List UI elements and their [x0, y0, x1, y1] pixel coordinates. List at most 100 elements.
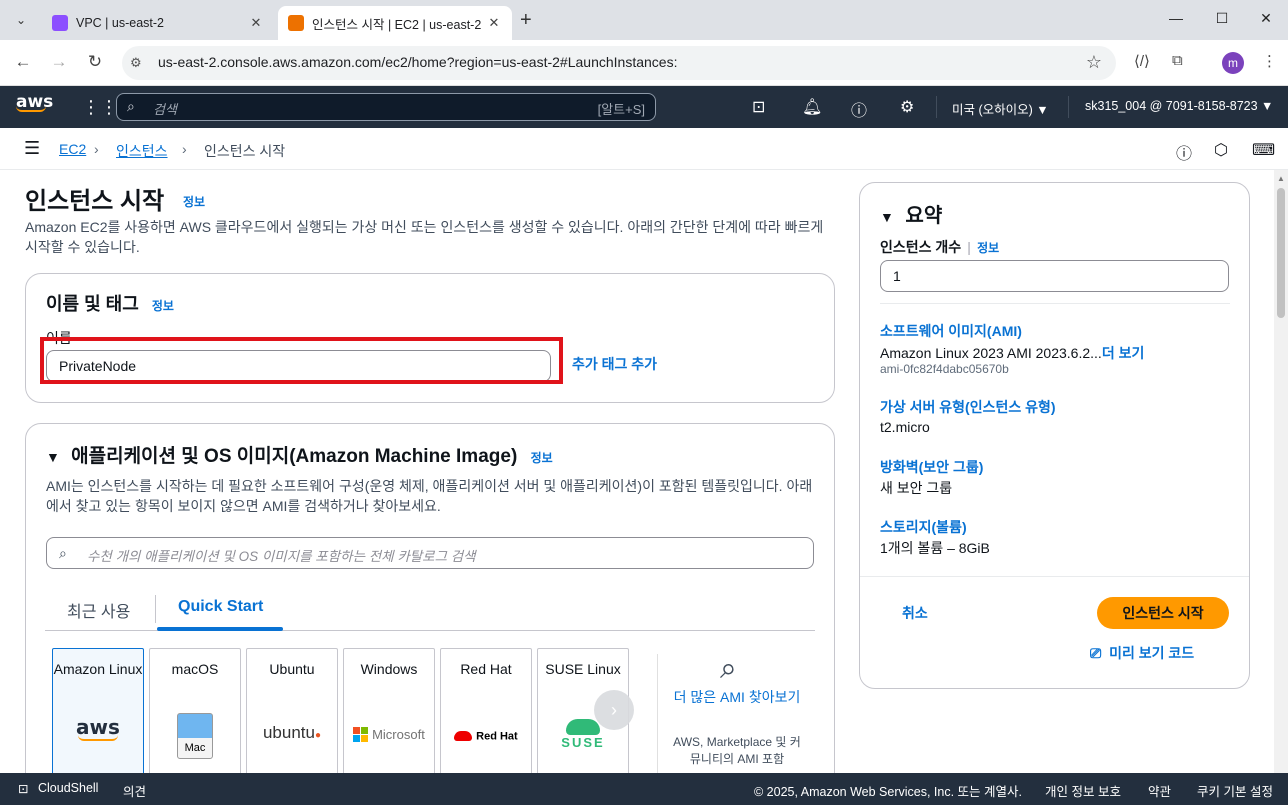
collapse-caret-icon[interactable]: ▼	[46, 449, 60, 465]
breadcrumb-chevron-icon: ›	[94, 141, 99, 157]
cloudshell-footer-icon[interactable]: ⊡	[18, 781, 28, 796]
instance-count-label: 인스턴스 개수	[880, 239, 962, 255]
summary-panel: ▼ 요약 인스턴스 개수 | 정보 1 소프트웨어 이미지(AMI) Amazon …	[859, 182, 1250, 689]
breadcrumb-chevron-icon: ›	[182, 141, 187, 157]
window-close-icon[interactable]: ✕	[1256, 10, 1276, 27]
summary-software-more-link[interactable]: 더 보기	[1102, 345, 1145, 361]
instance-count-info-link[interactable]: 정보	[977, 241, 999, 255]
name-tags-title: 이름 및 태그	[46, 294, 139, 314]
close-tab-icon[interactable]: ✕	[486, 15, 502, 31]
scroll-thumb[interactable]	[1277, 188, 1285, 318]
highlight-box	[40, 337, 563, 384]
search-placeholder: 검색	[153, 102, 177, 117]
aws-logo[interactable]: aws	[16, 92, 53, 112]
summary-instance-type-link[interactable]: 가상 서버 유형(인스턴스 유형)	[880, 397, 1056, 417]
region-selector[interactable]: 미국 (오하이오) ▼	[952, 99, 1049, 118]
reload-icon[interactable]: ↻	[84, 52, 106, 72]
name-tags-info-link[interactable]: 정보	[152, 299, 174, 313]
bookmark-star-icon[interactable]: ☆	[1086, 52, 1102, 73]
aws-top-nav: aws ⋮⋮⋮ ⌕ 검색 [알트+S] ⊡ 🔔︎ ⓘ ⚙ 미국 (오하이오) ▼…	[0, 86, 1288, 128]
summary-ami-id: ami-0fc82f4dabc05670b	[880, 362, 1009, 376]
preview-code-link[interactable]: 미리 보기 코드	[1109, 645, 1194, 661]
breadcrumb-current: 인스턴스 시작	[204, 143, 286, 159]
account-menu[interactable]: sk315_004 @ 7091-8158-8723 ▼	[1085, 99, 1273, 113]
cloudshell-icon[interactable]: ⊡	[752, 97, 765, 117]
os-name: macOS	[171, 661, 219, 677]
footer-cloudshell[interactable]: CloudShell	[38, 781, 98, 795]
page-info-link[interactable]: 정보	[183, 193, 205, 210]
feedback-icon[interactable]: ⌨	[1252, 140, 1275, 160]
main-content: 인스턴스 시작 정보 Amazon EC2를 사용하면 AWS 클라우드에서 실…	[0, 170, 1288, 773]
summary-firewall-value: 새 보안 그룹	[880, 480, 953, 496]
browse-more-amis-link[interactable]: 더 많은 AMI 찾아보기	[672, 687, 802, 707]
tab-search-chevron-icon[interactable]: ⌄	[8, 8, 34, 32]
os-card-windows[interactable]: Windows Microsoft	[343, 648, 435, 773]
summary-storage-value: 1개의 볼륨 – 8GiB	[880, 540, 990, 556]
carousel-next-chevron-icon[interactable]: ›	[594, 690, 634, 730]
side-nav-menu-icon[interactable]: ☰	[24, 138, 40, 159]
scroll-up-icon[interactable]: ▲	[1277, 174, 1285, 183]
settings-gear-icon[interactable]: ⚙	[900, 97, 914, 117]
aws-search-input[interactable]: ⌕ 검색 [알트+S]	[116, 93, 656, 121]
tab-recent[interactable]: 최근 사용	[67, 598, 130, 622]
notifications-bell-icon[interactable]: 🔔︎	[802, 97, 822, 117]
aws-footer: ⊡ CloudShell 의견 © 2025, Amazon Web Servi…	[0, 773, 1288, 805]
summary-storage-link[interactable]: 스토리지(볼륨)	[880, 517, 967, 537]
profile-avatar[interactable]: m	[1222, 52, 1244, 74]
cancel-button[interactable]: 취소	[902, 603, 928, 623]
site-info-icon[interactable]: ⚙	[130, 55, 142, 71]
microsoft-logo-icon: Microsoft	[344, 725, 434, 742]
page-description: Amazon EC2를 사용하면 AWS 클라우드에서 실행되는 가상 머신 또…	[25, 219, 824, 255]
browser-tab-ec2[interactable]: 인스턴스 시작 | EC2 | us-east-2 ✕	[278, 6, 512, 40]
mac-finder-icon: Mac	[150, 713, 240, 759]
tab-quick-start[interactable]: Quick Start	[178, 598, 263, 616]
help-icon[interactable]: ⓘ	[851, 97, 867, 121]
search-icon: ⌕	[127, 98, 135, 114]
forward-arrow-icon[interactable]: →	[48, 52, 70, 72]
ec2-favicon-icon	[288, 15, 304, 31]
add-additional-tags-link[interactable]: 추가 태그 추가	[572, 354, 657, 374]
info-circle-icon[interactable]: ⓘ	[1176, 140, 1192, 164]
address-bar[interactable]: ⚙ us-east-2.console.aws.amazon.com/ec2/h…	[122, 46, 1116, 80]
url-text: us-east-2.console.aws.amazon.com/ec2/hom…	[158, 54, 678, 70]
ami-title: 애플리케이션 및 OS 이미지(Amazon Machine Image)	[71, 446, 518, 467]
close-tab-icon[interactable]: ✕	[248, 15, 264, 31]
ami-description: AMI는 인스턴스를 시작하는 데 필요한 소프트웨어 구성(운영 체제, 애플…	[46, 478, 813, 514]
red-hat-logo-icon: Red Hat	[441, 727, 531, 743]
breadcrumb-ec2[interactable]: EC2	[59, 141, 86, 157]
footer-privacy[interactable]: 개인 정보 보호	[1045, 781, 1121, 800]
tutorials-icon[interactable]: ⬡	[1214, 140, 1228, 160]
ami-info-link[interactable]: 정보	[531, 451, 553, 465]
summary-collapse-caret-icon[interactable]: ▼	[880, 209, 894, 225]
browser-tab-vpc[interactable]: VPC | us-east-2 ✕	[42, 6, 274, 40]
extensions-puzzle-icon[interactable]: ⧉	[1172, 52, 1183, 69]
summary-software-image-link[interactable]: 소프트웨어 이미지(AMI)	[880, 321, 1022, 341]
launch-instance-button[interactable]: 인스턴스 시작	[1097, 597, 1229, 629]
os-name: Ubuntu	[269, 661, 315, 677]
preview-code-icon: ⎚	[1090, 645, 1102, 661]
browse-search-icon: ⌕	[720, 652, 737, 685]
extension-icon[interactable]: ⟨/⟩	[1134, 52, 1150, 70]
aws-logo-icon: aws	[76, 715, 120, 741]
summary-firewall-link[interactable]: 방화벽(보안 그룹)	[880, 457, 983, 477]
os-card-ubuntu[interactable]: Ubuntu ubuntu●	[246, 648, 338, 773]
back-arrow-icon[interactable]: ←	[12, 52, 34, 72]
breadcrumb-instances[interactable]: 인스턴스	[116, 141, 168, 161]
maximize-icon[interactable]: ☐	[1212, 10, 1232, 27]
footer-cookies[interactable]: 쿠키 기본 설정	[1197, 781, 1273, 800]
new-tab-plus-icon[interactable]: +	[520, 9, 532, 32]
os-card-macos[interactable]: macOS Mac	[149, 648, 241, 773]
instance-count-input[interactable]: 1	[880, 260, 1229, 292]
os-card-amazon-linux[interactable]: Amazon Linux aws	[52, 648, 144, 773]
footer-feedback[interactable]: 의견	[123, 781, 146, 800]
summary-software-image-value: Amazon Linux 2023 AMI 2023.6.2...	[880, 345, 1102, 361]
os-card-red-hat[interactable]: Red Hat Red Hat	[440, 648, 532, 773]
minimize-icon[interactable]: —	[1166, 10, 1186, 26]
os-name: SUSE Linux	[545, 661, 621, 677]
page-scrollbar[interactable]: ▲	[1274, 170, 1288, 773]
footer-terms[interactable]: 약관	[1148, 781, 1171, 800]
ami-search-input[interactable]: ⌕ 수천 개의 애플리케이션 및 OS 이미지를 포함하는 전체 카탈로그 검색	[46, 537, 814, 569]
ami-panel: ▼ 애플리케이션 및 OS 이미지(Amazon Machine Image) …	[25, 423, 835, 773]
browser-toolbar: ← → ↻ ⚙ us-east-2.console.aws.amazon.com…	[0, 40, 1288, 86]
browser-menu-icon[interactable]: ⋮	[1262, 52, 1277, 70]
